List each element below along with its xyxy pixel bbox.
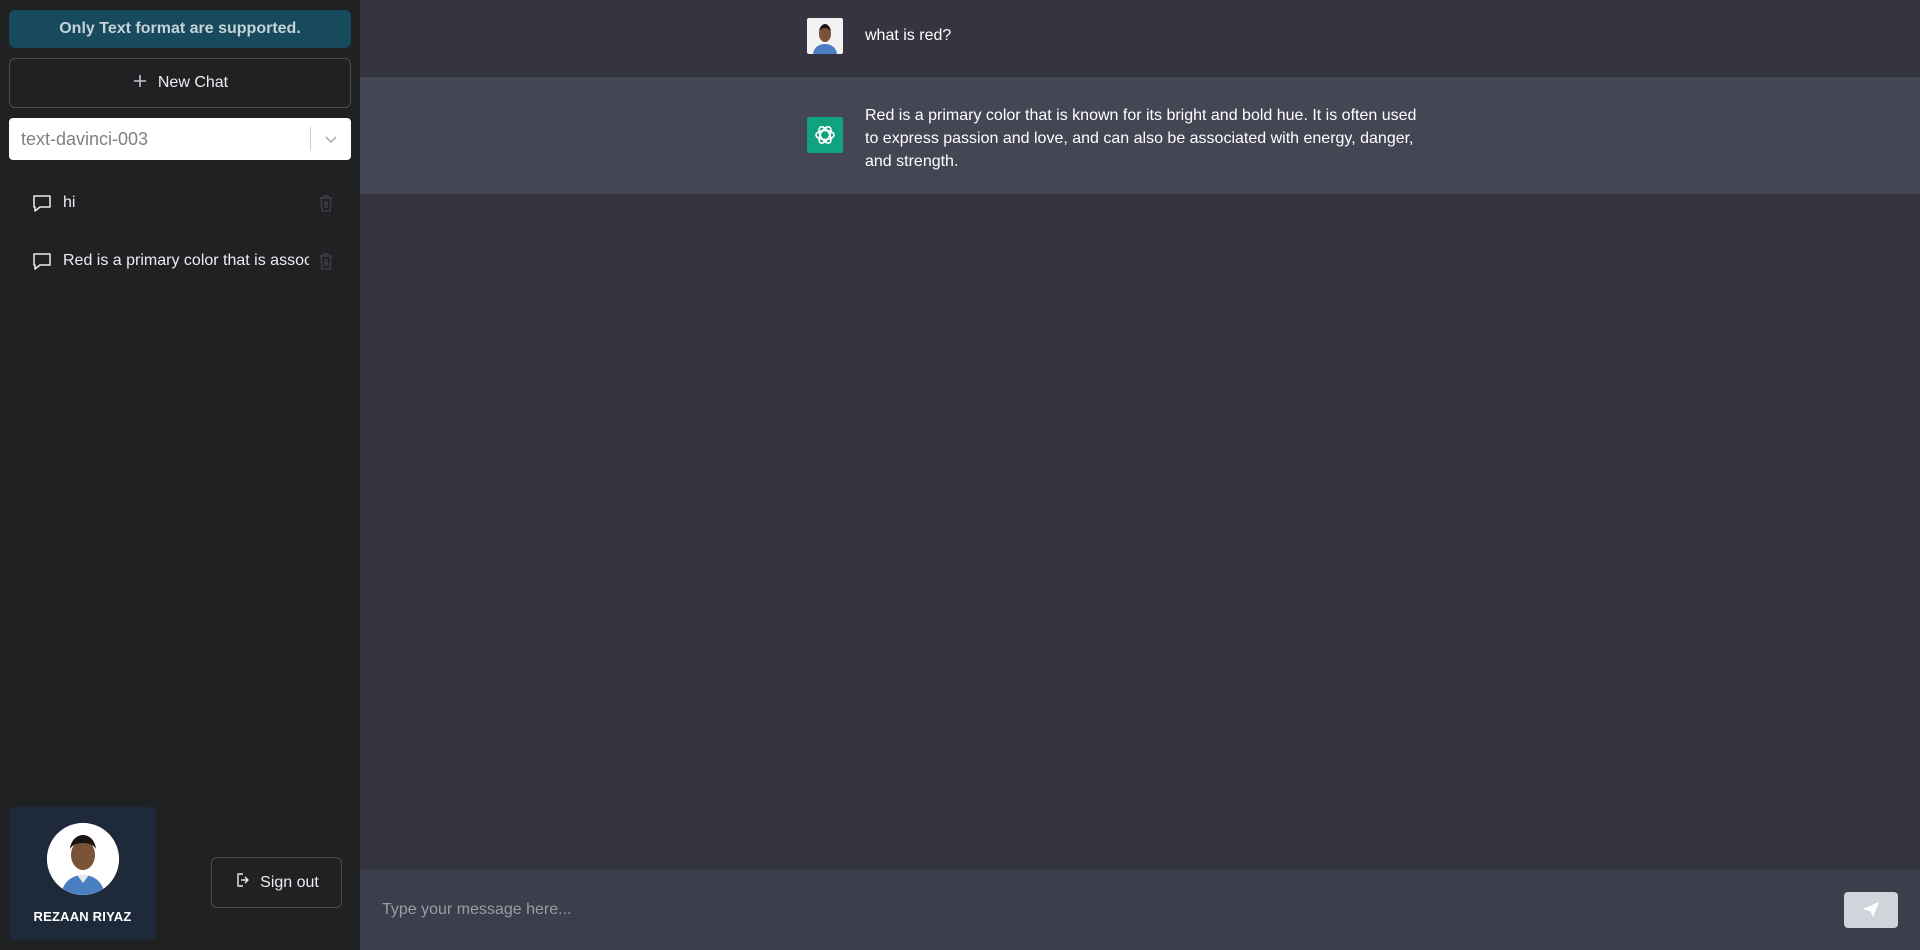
bot-message-row: Red is a primary color that is known for… [360, 77, 1920, 194]
history-item-label: Red is a primary color that is associate… [63, 252, 309, 269]
message-input-bar [360, 870, 1920, 950]
profile-name: REZAAN RIYAZ [33, 909, 132, 924]
avatar [46, 823, 119, 895]
chat-bubble-icon [31, 250, 53, 272]
new-chat-label: New Chat [157, 74, 229, 91]
plus-icon [132, 73, 148, 93]
model-select[interactable]: text-davinci-003 [9, 118, 351, 160]
format-notice: Only Text format are supported. [9, 10, 351, 48]
sign-out-button[interactable]: Sign out [211, 857, 342, 908]
history-item-hi[interactable]: hi [9, 174, 351, 232]
trash-icon[interactable] [315, 250, 337, 272]
app: Only Text format are supported. New Chat… [0, 0, 1920, 950]
bot-message-text: Red is a primary color that is known for… [865, 107, 1417, 170]
history-item-label: hi [63, 194, 76, 211]
history-item-red[interactable]: Red is a primary color that is associate… [9, 232, 351, 290]
chat-history-list: hi Red is a primary color that is associ… [9, 174, 351, 290]
sign-out-label: Sign out [260, 873, 319, 891]
user-avatar [807, 18, 843, 54]
model-select-value: text-davinci-003 [21, 128, 149, 149]
new-chat-button[interactable]: New Chat [9, 58, 351, 108]
openai-logo-icon [807, 117, 843, 153]
sidebar: Only Text format are supported. New Chat… [0, 0, 360, 950]
chat-bubble-icon [31, 192, 53, 214]
send-button[interactable] [1844, 892, 1898, 928]
profile-card: REZAAN RIYAZ [9, 807, 156, 940]
chat-main: what is red? Red is a primary color that… [360, 0, 1920, 950]
send-icon [1862, 900, 1880, 921]
sign-out-icon [234, 872, 250, 893]
message-input[interactable] [382, 901, 1844, 919]
user-message-text: what is red? [865, 27, 952, 44]
chevron-down-icon[interactable] [311, 131, 351, 147]
trash-icon[interactable] [315, 192, 337, 214]
user-message-row: what is red? [360, 0, 1920, 77]
